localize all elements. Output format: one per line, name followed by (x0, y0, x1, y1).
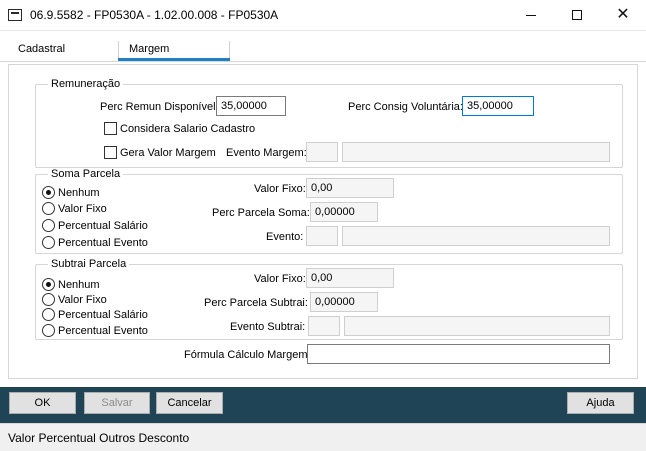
ajuda-button[interactable]: Ajuda (567, 392, 634, 414)
gera-valor-margem-checkbox[interactable] (104, 146, 117, 159)
subtrai-parcela-legend: Subtrai Parcela (48, 258, 130, 270)
subtrai-perc-parcela-label: Perc Parcela Subtrai: (204, 297, 308, 309)
subtrai-parcela-group: Subtrai Parcela Nenhum Valor Fixo Percen… (35, 258, 623, 340)
subtrai-percentual-evento-radio[interactable] (42, 324, 55, 337)
subtrai-nenhum-radio[interactable] (42, 278, 55, 291)
ok-button[interactable]: OK (9, 392, 76, 414)
remuneracao-legend: Remuneração (48, 78, 124, 90)
cancelar-button[interactable]: Cancelar (156, 392, 223, 414)
formula-input[interactable] (307, 344, 610, 364)
perc-consig-input[interactable]: 35,00000 (462, 96, 534, 116)
subtrai-nenhum-label: Nenhum (58, 279, 100, 291)
soma-percentual-salario-radio[interactable] (42, 219, 55, 232)
soma-valor-fixo-radio[interactable] (42, 202, 55, 215)
soma-valor-fixo-field-label: Valor Fixo: (254, 183, 306, 195)
soma-valor-fixo-input[interactable]: 0,00 (306, 178, 394, 198)
soma-nenhum-label: Nenhum (58, 187, 100, 199)
maximize-icon (572, 10, 582, 20)
margem-panel: Remuneração Perc Remun Disponível: 35,00… (8, 64, 638, 379)
button-bar: OK Salvar Cancelar Ajuda (0, 387, 646, 423)
salvar-button[interactable]: Salvar (84, 392, 150, 414)
subtrai-evento-label: Evento Subtrai: (230, 321, 306, 333)
considera-salario-checkbox[interactable] (104, 122, 117, 135)
soma-parcela-group: Soma Parcela Nenhum Valor Fixo Percentua… (35, 168, 623, 254)
evento-margem-code-input[interactable] (306, 142, 338, 162)
subtrai-evento-desc-input (344, 316, 610, 336)
soma-perc-parcela-label: Perc Parcela Soma: (212, 207, 310, 219)
subtrai-percentual-evento-label: Percentual Evento (58, 325, 148, 337)
close-button[interactable]: ✕ (600, 0, 646, 30)
gera-valor-margem-label: Gera Valor Margem (120, 147, 216, 159)
maximize-button[interactable] (554, 0, 600, 30)
evento-margem-label: Evento Margem: (226, 147, 307, 159)
minimize-icon (526, 14, 536, 16)
subtrai-perc-parcela-input[interactable]: 0,00000 (310, 292, 378, 312)
soma-percentual-salario-label: Percentual Salário (58, 220, 148, 232)
soma-nenhum-radio[interactable] (42, 186, 55, 199)
soma-valor-fixo-label: Valor Fixo (58, 203, 107, 215)
perc-remun-input[interactable]: 35,00000 (216, 96, 286, 116)
status-bar: Valor Percentual Outros Desconto (0, 423, 646, 451)
perc-consig-label: Perc Consig Voluntária: (348, 101, 463, 113)
perc-remun-label: Perc Remun Disponível: (100, 101, 219, 113)
app-icon (8, 9, 22, 21)
subtrai-valor-fixo-input[interactable]: 0,00 (306, 268, 394, 288)
considera-salario-label: Considera Salario Cadastro (120, 123, 256, 135)
title-bar: 06.9.5582 - FP0530A - 1.02.00.008 - FP05… (0, 0, 646, 31)
close-icon: ✕ (616, 6, 630, 23)
formula-label: Fórmula Cálculo Margem: (184, 349, 311, 361)
soma-percentual-evento-label: Percentual Evento (58, 237, 148, 249)
evento-margem-desc-input (342, 142, 610, 162)
remuneracao-group: Remuneração Perc Remun Disponível: 35,00… (35, 78, 623, 168)
soma-evento-code-input[interactable] (306, 226, 338, 246)
tab-cadastral[interactable]: Cadastral (18, 41, 65, 61)
subtrai-percentual-salario-label: Percentual Salário (58, 309, 148, 321)
subtrai-percentual-salario-radio[interactable] (42, 308, 55, 321)
status-text: Valor Percentual Outros Desconto (8, 431, 190, 445)
subtrai-valor-fixo-field-label: Valor Fixo: (254, 273, 306, 285)
active-tab-indicator (118, 58, 230, 61)
subtrai-valor-fixo-label: Valor Fixo (58, 294, 107, 306)
subtrai-valor-fixo-radio[interactable] (42, 293, 55, 306)
soma-evento-label: Evento: (266, 231, 304, 243)
minimize-button[interactable] (508, 0, 554, 30)
soma-parcela-legend: Soma Parcela (48, 168, 124, 180)
window-title: 06.9.5582 - FP0530A - 1.02.00.008 - FP05… (30, 8, 279, 22)
subtrai-evento-code-input[interactable] (308, 316, 340, 336)
soma-evento-desc-input (342, 226, 610, 246)
soma-perc-parcela-input[interactable]: 0,00000 (310, 202, 378, 222)
soma-percentual-evento-radio[interactable] (42, 236, 55, 249)
tab-bar: Cadastral Margem (0, 38, 646, 62)
